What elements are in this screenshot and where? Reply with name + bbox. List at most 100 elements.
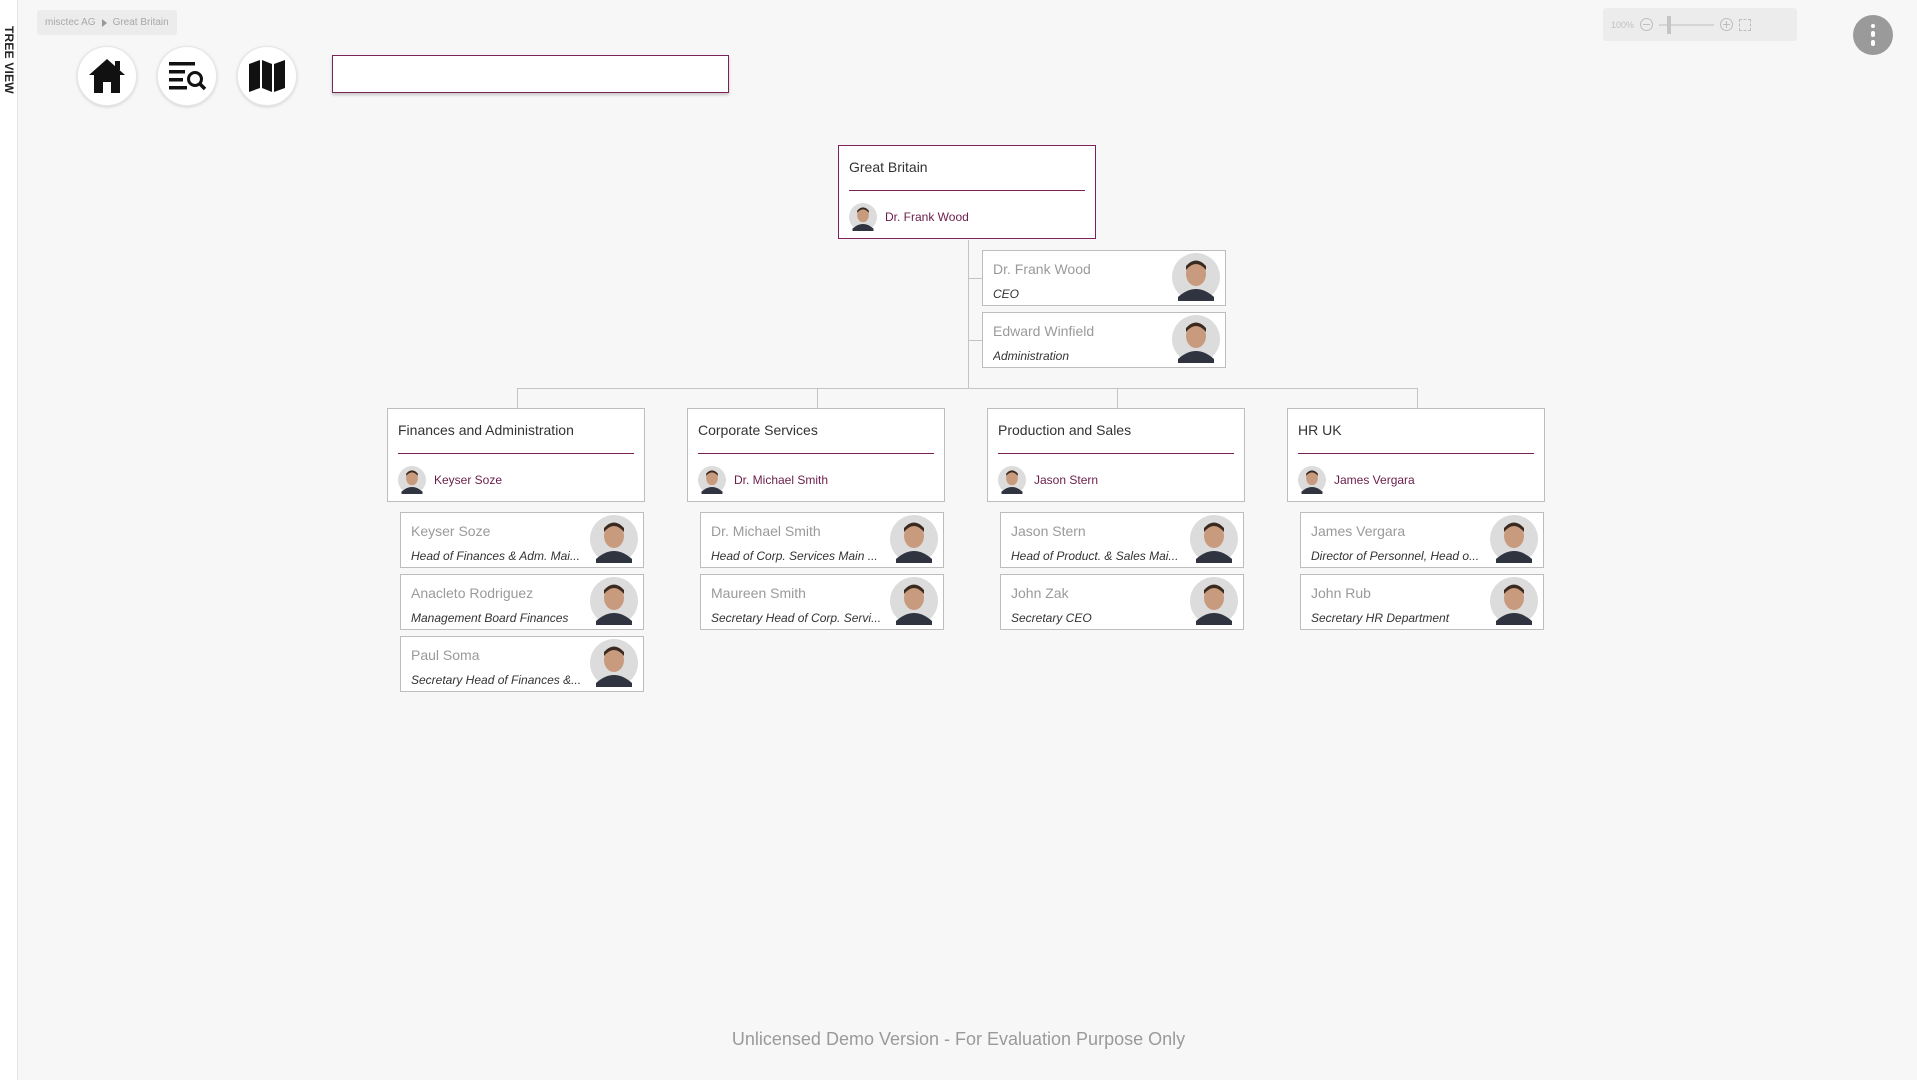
unit-manager[interactable]: Jason Stern — [998, 465, 1098, 495]
unit-title: Corporate Services — [698, 422, 818, 438]
person-card[interactable]: Keyser Soze Head of Finances & Adm. Mai.… — [400, 512, 644, 568]
zoom-level: 100% — [1611, 19, 1635, 30]
kebab-dot-icon — [1871, 31, 1875, 37]
divider — [998, 453, 1234, 454]
unit-card-production-sales[interactable]: Production and Sales Jason Stern — [987, 408, 1245, 502]
person-name: Dr. Michael Smith — [711, 523, 821, 539]
zoom-out-icon[interactable] — [1640, 18, 1654, 31]
person-role: Secretary Head of Finances &... — [411, 673, 582, 687]
connector-line — [1117, 388, 1118, 408]
connector-line — [968, 278, 982, 279]
person-name: Edward Winfield — [993, 323, 1095, 339]
unit-manager-name: James Vergara — [1334, 473, 1415, 487]
person-card[interactable]: John Zak Secretary CEO — [1000, 574, 1244, 630]
person-card[interactable]: Anacleto Rodriguez Management Board Fina… — [400, 574, 644, 630]
person-name: James Vergara — [1311, 523, 1406, 539]
connector-line — [517, 388, 518, 408]
avatar — [590, 577, 638, 625]
connector-line — [968, 340, 982, 341]
connector-line — [517, 388, 1418, 389]
unit-manager[interactable]: James Vergara — [1298, 465, 1415, 495]
person-card[interactable]: Paul Soma Secretary Head of Finances &..… — [400, 636, 644, 692]
fit-to-screen-icon[interactable] — [1739, 18, 1752, 31]
person-role: Head of Finances & Adm. Mai... — [411, 549, 580, 563]
unit-title: Great Britain — [849, 159, 928, 175]
breadcrumb-item-current[interactable]: Great Britain — [113, 17, 169, 28]
person-name: Keyser Soze — [411, 523, 491, 539]
breadcrumb: misctec AG Great Britain — [37, 10, 177, 35]
person-card[interactable]: Dr. Michael Smith Head of Corp. Services… — [700, 512, 944, 568]
person-role: Head of Product. & Sales Mai... — [1011, 549, 1179, 563]
home-icon — [89, 59, 125, 93]
zoom-slider[interactable] — [1659, 15, 1715, 34]
person-role: Secretary HR Department — [1311, 611, 1450, 625]
unit-card-finances[interactable]: Finances and Administration Keyser Soze — [387, 408, 645, 502]
person-role: Head of Corp. Services Main ... — [711, 549, 878, 563]
unit-manager[interactable]: Keyser Soze — [398, 465, 502, 495]
license-notice: Unlicensed Demo Version - For Evaluation… — [731, 1029, 1186, 1049]
avatar — [698, 466, 726, 494]
avatar — [398, 466, 426, 494]
zoom-slider-thumb[interactable] — [1667, 15, 1672, 34]
more-menu-button[interactable] — [1853, 15, 1893, 55]
person-role: CEO — [993, 287, 1020, 301]
person-card[interactable]: John Rub Secretary HR Department — [1300, 574, 1544, 630]
avatar — [1190, 577, 1238, 625]
person-name: Jason Stern — [1011, 523, 1086, 539]
search-list-icon — [169, 62, 207, 91]
avatar — [849, 203, 877, 231]
person-name: Dr. Frank Wood — [993, 261, 1091, 277]
person-name: Anacleto Rodriguez — [411, 585, 534, 601]
unit-manager[interactable]: Dr. Michael Smith — [698, 465, 828, 495]
person-card[interactable]: Maureen Smith Secretary Head of Corp. Se… — [700, 574, 944, 630]
unit-manager-name: Dr. Frank Wood — [885, 210, 969, 224]
divider — [698, 453, 934, 454]
person-name: John Rub — [1311, 585, 1371, 601]
breadcrumb-item-company[interactable]: misctec AG — [45, 17, 96, 28]
tree-view-strip[interactable]: TREE VIEW — [0, 0, 18, 1080]
unit-manager-name: Dr. Michael Smith — [734, 473, 829, 487]
person-name: John Zak — [1011, 585, 1069, 601]
person-role: Management Board Finances — [411, 611, 569, 625]
unit-card-corporate-services[interactable]: Corporate Services Dr. Michael Smith — [687, 408, 945, 502]
divider — [1298, 453, 1534, 454]
avatar — [1490, 515, 1538, 563]
connector-line — [968, 240, 969, 388]
person-name: Paul Soma — [411, 647, 480, 663]
divider — [398, 453, 634, 454]
divider — [849, 190, 1085, 191]
unit-manager[interactable]: Dr. Frank Wood — [849, 202, 969, 232]
person-name: Maureen Smith — [711, 585, 806, 601]
connector-line — [817, 388, 818, 408]
person-role: Secretary Head of Corp. Servi... — [711, 611, 882, 625]
person-card[interactable]: Edward Winfield Administration — [982, 312, 1226, 368]
avatar — [890, 515, 938, 563]
map-button[interactable] — [237, 46, 297, 106]
avatar — [998, 466, 1026, 494]
avatar — [1172, 253, 1220, 301]
unit-card-great-britain[interactable]: Great Britain Dr. Frank Wood — [838, 145, 1096, 239]
unit-manager-name: Jason Stern — [1034, 473, 1099, 487]
unit-manager-name: Keyser Soze — [434, 473, 503, 487]
unit-title: Production and Sales — [998, 422, 1132, 438]
person-card[interactable]: James Vergara Director of Personnel, Hea… — [1300, 512, 1544, 568]
map-icon — [249, 60, 285, 92]
unit-title: Finances and Administration — [398, 422, 574, 438]
search-input[interactable] — [332, 55, 729, 93]
home-button[interactable] — [77, 46, 137, 106]
connector-line — [1417, 388, 1418, 408]
person-role: Director of Personnel, Head o... — [1311, 549, 1480, 563]
kebab-dot-icon — [1871, 24, 1875, 28]
unit-card-hr-uk[interactable]: HR UK James Vergara — [1287, 408, 1545, 502]
avatar — [1172, 315, 1220, 363]
person-card[interactable]: Jason Stern Head of Product. & Sales Mai… — [1000, 512, 1244, 568]
person-card[interactable]: Dr. Frank Wood CEO — [982, 250, 1226, 306]
tree-view-label: TREE VIEW — [2, 26, 16, 94]
unit-title: HR UK — [1298, 422, 1342, 438]
zoom-in-icon[interactable] — [1720, 18, 1734, 31]
zoom-control: 100% — [1603, 8, 1797, 41]
avatar — [590, 639, 638, 687]
avatar — [1490, 577, 1538, 625]
search-list-button[interactable] — [157, 46, 217, 106]
kebab-dot-icon — [1871, 40, 1875, 46]
